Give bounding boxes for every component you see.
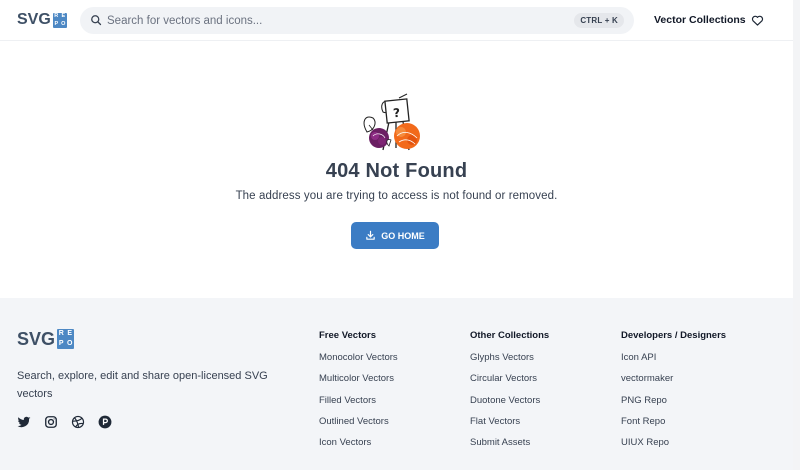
footer-link[interactable]: Duotone Vectors	[470, 395, 549, 416]
logo-box-letter: R	[54, 13, 59, 20]
footer-link[interactable]: UIUX Repo	[621, 437, 726, 458]
footer-link[interactable]: Multicolor Vectors	[319, 373, 398, 394]
logo-box-letter: E	[61, 13, 66, 20]
footer-link[interactable]: Font Repo	[621, 416, 726, 437]
search-icon	[91, 15, 102, 26]
twitter-icon[interactable]	[17, 415, 31, 429]
producthunt-icon[interactable]	[98, 415, 112, 429]
site-logo[interactable]: SVG R E P O	[17, 11, 67, 29]
footer-link[interactable]: Circular Vectors	[470, 373, 549, 394]
error-title: 404 Not Found	[325, 160, 468, 182]
heart-icon[interactable]	[751, 14, 764, 27]
footer-column-heading: Free Vectors	[319, 330, 377, 341]
logo-box-letter: O	[67, 340, 73, 347]
footer-column-free-vectors: Free Vectors Monocolor Vectors Multicolo…	[319, 330, 398, 458]
logo-box-letter: R	[58, 330, 64, 337]
not-found-section: ? 404 Not Found The address you are tryi…	[0, 42, 793, 298]
vector-collections-link[interactable]: Vector Collections	[654, 14, 746, 26]
footer-column-heading: Developers / Designers	[621, 330, 727, 341]
logo-text: SVG	[17, 11, 51, 28]
instagram-icon[interactable]	[44, 415, 58, 429]
footer-link[interactable]: PNG Repo	[621, 395, 726, 416]
footer-column-developers: Developers / Designers Icon API vectorma…	[621, 330, 726, 458]
go-home-button[interactable]: GO HOME	[351, 222, 439, 249]
go-home-label: GO HOME	[381, 230, 425, 241]
footer-logo[interactable]: SVG R E P O	[17, 329, 75, 349]
footer-link[interactable]: Flat Vectors	[470, 416, 549, 437]
footer-link[interactable]: Submit Assets	[470, 437, 549, 458]
logo-box-letter: O	[61, 20, 66, 27]
footer-column-other-collections: Other Collections Glyphs Vectors Circula…	[470, 330, 549, 458]
footer-link[interactable]: Icon API	[621, 352, 726, 373]
footer-column-heading: Other Collections	[470, 330, 550, 341]
download-icon	[366, 230, 375, 240]
site-footer: SVG R E P O Search, explore, edit and sh…	[0, 298, 793, 470]
logo-repo-box: R E P O	[57, 329, 75, 349]
logo-box-letter: P	[58, 340, 64, 347]
not-found-illustration: ?	[363, 93, 420, 151]
dribbble-icon[interactable]	[71, 415, 85, 429]
page-scrollbar[interactable]	[793, 0, 800, 470]
search-input[interactable]	[107, 7, 567, 34]
footer-tagline: Search, explore, edit and share open-lic…	[17, 370, 268, 400]
footer-link[interactable]: vectormaker	[621, 373, 726, 394]
error-message: The address you are trying to access is …	[235, 190, 558, 202]
footer-link[interactable]: Outlined Vectors	[319, 416, 398, 437]
search-shortcut-badge: CTRL + K	[574, 13, 624, 28]
site-header: SVG R E P O CTRL + K Vector Collections	[0, 0, 793, 41]
logo-text: SVG	[17, 329, 56, 349]
social-links	[17, 415, 125, 429]
logo-box-letter: E	[67, 330, 73, 337]
footer-link[interactable]: Filled Vectors	[319, 395, 398, 416]
logo-box-letter: P	[54, 20, 59, 27]
footer-link[interactable]: Glyphs Vectors	[470, 352, 549, 373]
search-bar[interactable]: CTRL + K	[80, 7, 634, 34]
footer-link[interactable]: Monocolor Vectors	[319, 352, 398, 373]
footer-link[interactable]: Icon Vectors	[319, 437, 398, 458]
logo-repo-box: R E P O	[52, 12, 67, 28]
